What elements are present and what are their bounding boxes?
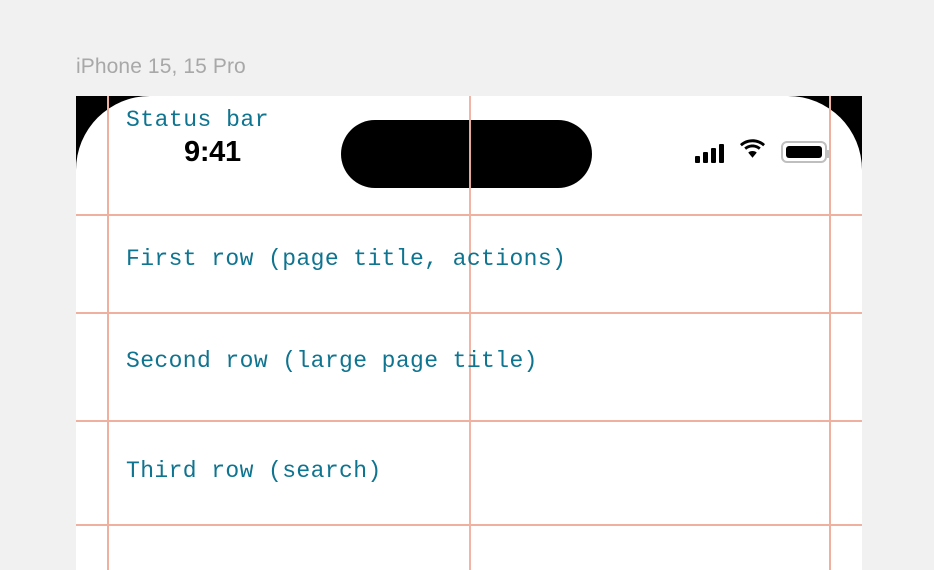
row-label-third: Third row (search) (126, 458, 382, 484)
battery-icon (781, 141, 830, 163)
status-bar-label: Status bar (126, 107, 270, 133)
guide-line-vertical-right (829, 96, 831, 570)
status-bar-icons (695, 137, 830, 163)
row-label-second: Second row (large page title) (126, 348, 538, 374)
screenshot-canvas: iPhone 15, 15 Pro Status bar 9:41 First … (0, 0, 934, 570)
cellular-signal-icon (695, 144, 724, 163)
wifi-icon (740, 139, 765, 163)
battery-fill (785, 145, 822, 158)
guide-line-vertical-left (107, 96, 109, 570)
device-caption: iPhone 15, 15 Pro (76, 55, 246, 78)
guide-line-vertical-center (469, 96, 471, 570)
status-bar-time: 9:41 (184, 136, 241, 168)
dynamic-island (341, 120, 592, 188)
row-label-first: First row (page title, actions) (126, 246, 567, 272)
